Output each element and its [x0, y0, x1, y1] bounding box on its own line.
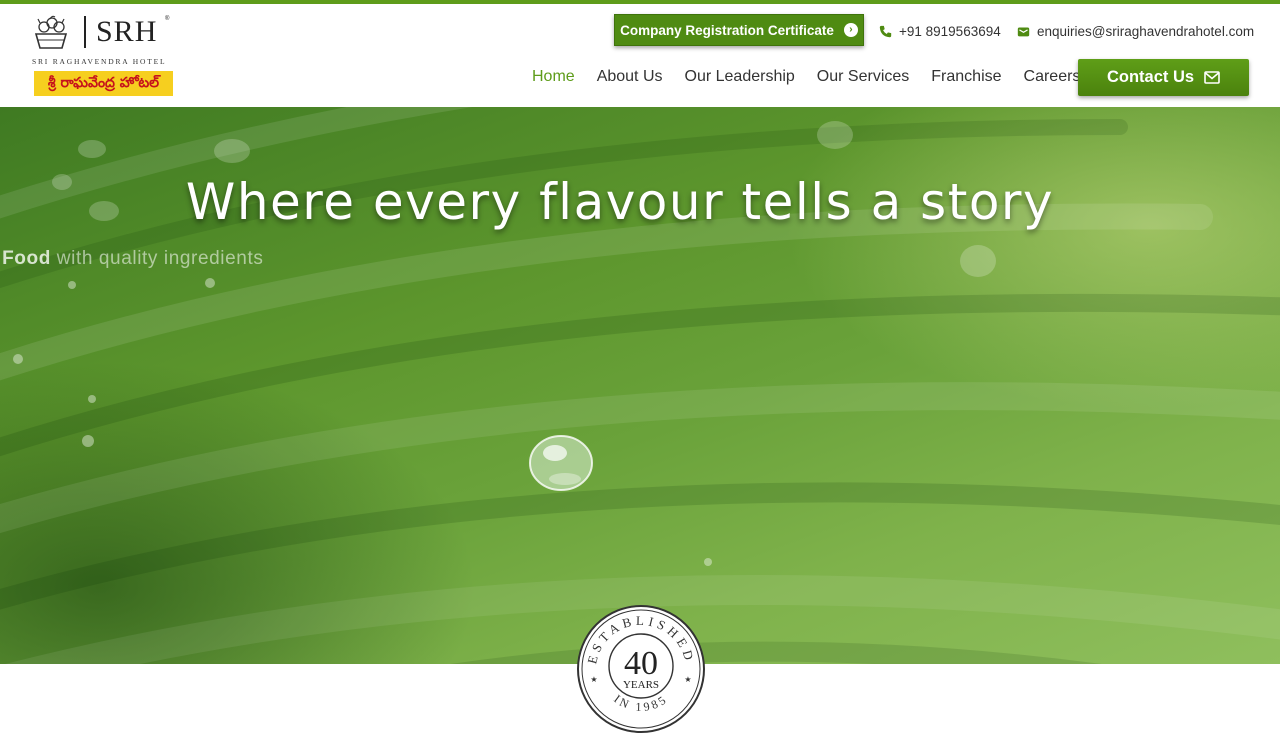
contact-us-button[interactable]: Contact Us — [1078, 59, 1249, 96]
logo-divider — [84, 16, 86, 48]
email-contact[interactable]: enquiries@sriraghavendrahotel.com — [1017, 22, 1254, 40]
company-registration-certificate-button[interactable]: Company Registration Certificate › — [614, 14, 864, 46]
main-nav: Home About Us Our Leadership Our Service… — [532, 67, 1080, 89]
hero-subtitle: n Food with quality ingredients — [0, 248, 263, 270]
nav-careers[interactable]: Careers — [1024, 67, 1081, 89]
badge-star-right-icon: ★ — [684, 675, 691, 684]
established-40-years-badge: ESTABLISHED IN 1985 40 YEARS ★ ★ — [577, 605, 705, 733]
registered-mark: ® — [165, 16, 170, 22]
badge-number: 40 — [624, 645, 658, 682]
badge-star-left-icon: ★ — [590, 675, 597, 684]
email-icon — [1017, 26, 1030, 36]
cert-button-label: Company Registration Certificate — [620, 22, 834, 38]
phone-contact[interactable]: +91 8919563694 — [879, 22, 1001, 40]
nav-our-leadership[interactable]: Our Leadership — [685, 67, 795, 89]
site-logo[interactable]: SRH ® SRI RAGHAVENDRA HOTEL శ్రీ రాఘవేంద… — [32, 14, 177, 102]
badge-unit: YEARS — [623, 679, 659, 691]
phone-number: +91 8919563694 — [899, 23, 1001, 39]
brand-subtitle: SRI RAGHAVENDRA HOTEL — [32, 57, 167, 66]
hero-subtitle-rest: with quality ingredients — [50, 248, 264, 269]
brand-local-name-badge: శ్రీ రాఘవేంద్ర హోటల్ — [34, 71, 173, 96]
phone-icon — [879, 25, 892, 37]
site-header: SRH ® SRI RAGHAVENDRA HOTEL శ్రీ రాఘవేంద… — [0, 4, 1280, 107]
email-address: enquiries@sriraghavendrahotel.com — [1037, 23, 1255, 39]
chevron-right-circle-icon: › — [843, 23, 858, 37]
envelope-icon — [1204, 71, 1220, 84]
contact-button-label: Contact Us — [1106, 68, 1195, 86]
nav-home[interactable]: Home — [532, 67, 575, 89]
brand-name: SRH — [96, 15, 158, 48]
hero-title: Where every flavour tells a story — [185, 173, 1055, 231]
water-droplet — [529, 435, 593, 491]
hero-subtitle-bold: n Food — [0, 248, 51, 269]
nav-franchise[interactable]: Franchise — [931, 67, 1001, 89]
nav-our-services[interactable]: Our Services — [817, 67, 909, 89]
food-basket-logo-icon — [34, 15, 68, 49]
hero-banner: Where every flavour tells a story n Food… — [0, 107, 1280, 664]
nav-about-us[interactable]: About Us — [597, 67, 663, 89]
